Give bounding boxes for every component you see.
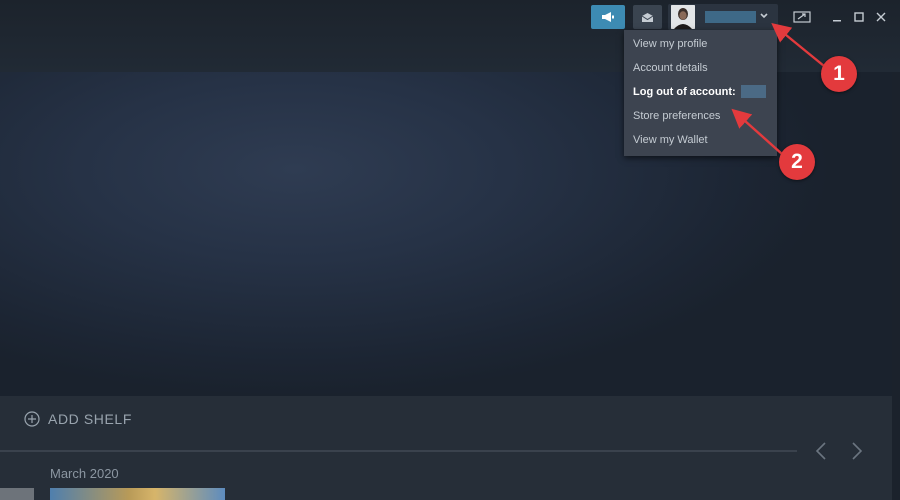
menu-item-log-out[interactable]: Log out of account: bbox=[624, 80, 777, 104]
chevron-down-icon[interactable] bbox=[759, 9, 769, 23]
menu-item-label: Store preferences bbox=[633, 110, 721, 122]
menu-item-view-profile[interactable]: View my profile bbox=[624, 32, 777, 56]
menu-item-label: Account details bbox=[633, 62, 708, 74]
add-shelf-label: ADD SHELF bbox=[48, 411, 132, 427]
menu-item-label: View my profile bbox=[633, 38, 708, 50]
section-date: March 2020 bbox=[50, 466, 119, 481]
plus-circle-icon bbox=[24, 411, 40, 427]
menu-item-label: View my Wallet bbox=[633, 134, 708, 146]
chevron-right-icon[interactable] bbox=[848, 442, 866, 460]
game-card-thumbnail[interactable] bbox=[0, 488, 34, 500]
notifications-button[interactable] bbox=[633, 5, 662, 29]
menu-item-store-preferences[interactable]: Store preferences bbox=[624, 104, 777, 128]
shelf-divider bbox=[0, 450, 797, 452]
megaphone-icon bbox=[602, 12, 614, 22]
minimize-icon[interactable] bbox=[830, 8, 844, 26]
account-dropdown-menu: View my profile Account details Log out … bbox=[624, 30, 777, 156]
username-redacted bbox=[705, 11, 756, 23]
envelope-icon bbox=[641, 12, 654, 22]
scrollbar[interactable] bbox=[892, 72, 900, 500]
shelf-section: ADD SHELF March 2020 bbox=[0, 396, 892, 500]
account-name-redacted bbox=[740, 84, 766, 98]
avatar bbox=[671, 5, 695, 29]
restore-screen-icon[interactable] bbox=[791, 8, 813, 26]
menu-item-account-details[interactable]: Account details bbox=[624, 56, 777, 80]
callout-badge-1: 1 bbox=[821, 56, 857, 92]
menu-item-label: Log out of account: bbox=[633, 86, 736, 98]
account-menu-button[interactable] bbox=[668, 4, 778, 30]
announcements-button[interactable] bbox=[591, 5, 625, 29]
callout-badge-2: 2 bbox=[779, 144, 815, 180]
chevron-left-icon[interactable] bbox=[812, 442, 830, 460]
game-card-thumbnail[interactable] bbox=[50, 488, 225, 500]
close-icon[interactable] bbox=[874, 8, 888, 26]
menu-item-view-wallet[interactable]: View my Wallet bbox=[624, 128, 777, 152]
add-shelf-button[interactable]: ADD SHELF bbox=[24, 410, 132, 428]
maximize-icon[interactable] bbox=[852, 8, 866, 26]
